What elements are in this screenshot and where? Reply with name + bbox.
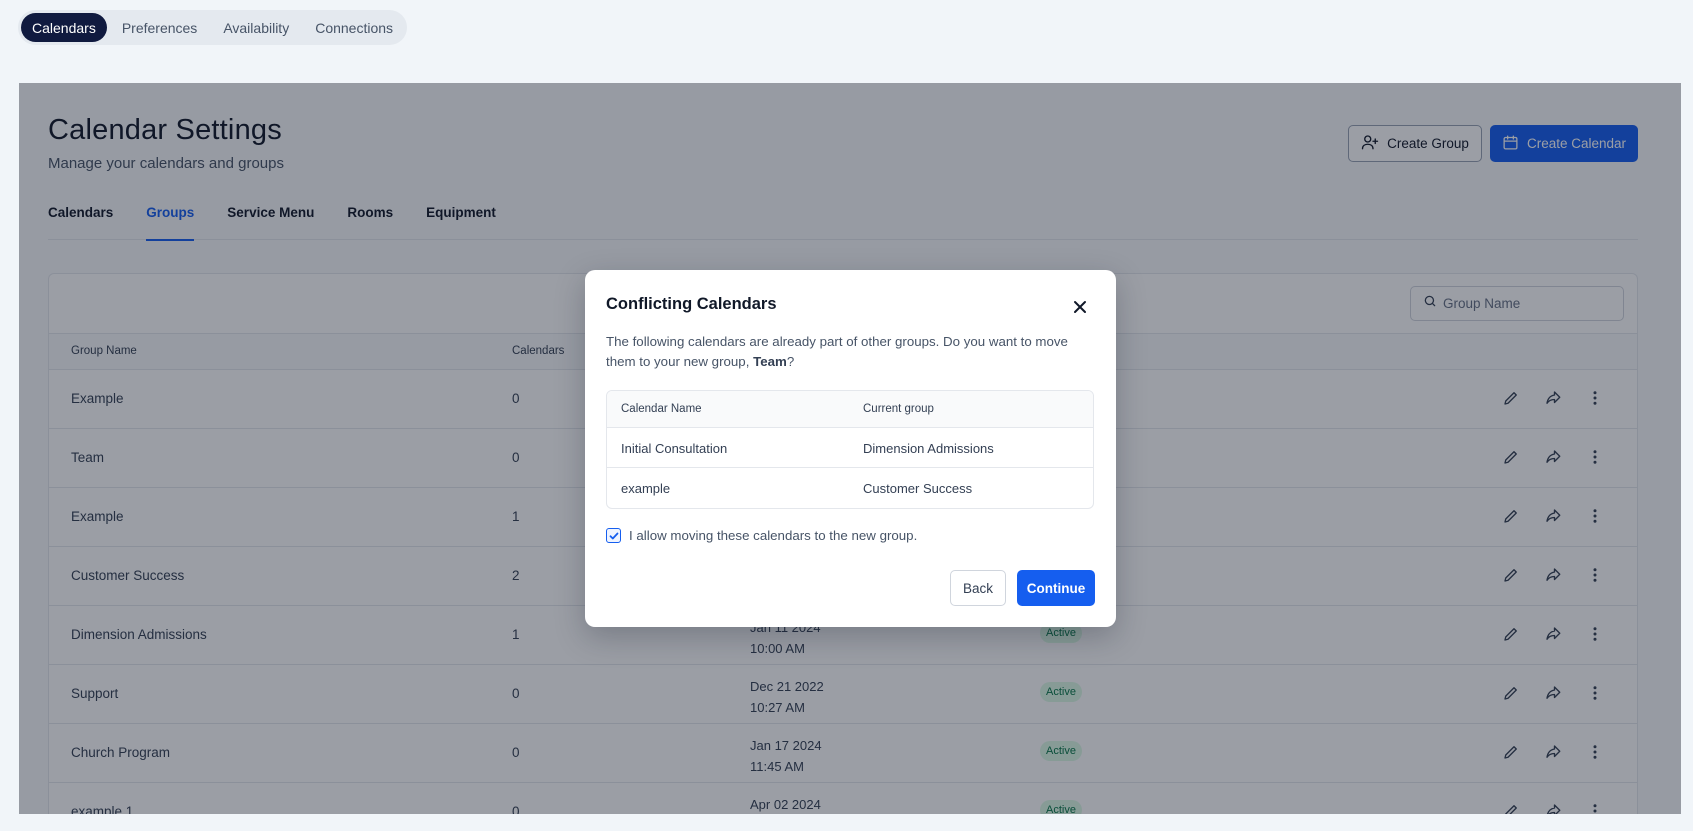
description-end: ? <box>786 354 795 369</box>
modal-title: Conflicting Calendars <box>606 295 777 313</box>
top-tab-calendars[interactable]: Calendars <box>21 13 107 42</box>
column-header-calendar-name: Calendar Name <box>621 403 702 415</box>
current-group-cell: Dimension Admissions <box>863 441 994 456</box>
top-tab-availability[interactable]: Availability <box>212 13 300 42</box>
consent-label[interactable]: I allow moving these calendars to the ne… <box>629 528 917 543</box>
top-tab-preferences[interactable]: Preferences <box>111 13 208 42</box>
top-tab-connections[interactable]: Connections <box>304 13 404 42</box>
conflicts-table: Calendar Name Current group Initial Cons… <box>606 390 1094 509</box>
checkmark-icon <box>609 532 618 539</box>
conflicting-calendars-modal: Conflicting Calendars The following cale… <box>585 270 1116 627</box>
modal-description: The following calendars are already part… <box>606 332 1098 372</box>
top-tab-bar: Calendars Preferences Availability Conne… <box>18 10 408 45</box>
calendar-name-cell: Initial Consultation <box>621 441 728 456</box>
conflict-row: example Customer Success <box>607 468 1093 508</box>
conflicts-table-header: Calendar Name Current group <box>607 391 1093 428</box>
back-button[interactable]: Back <box>950 570 1006 606</box>
close-icon[interactable] <box>1069 296 1091 318</box>
consent-row: I allow moving these calendars to the ne… <box>606 528 917 543</box>
description-text: The following calendars are already part… <box>606 334 1068 369</box>
continue-button[interactable]: Continue <box>1017 570 1095 606</box>
consent-checkbox[interactable] <box>606 528 621 543</box>
calendar-name-cell: example <box>621 481 671 496</box>
new-group-name: Team <box>753 354 787 369</box>
conflict-row: Initial Consultation Dimension Admission… <box>607 428 1093 468</box>
column-header-current-group: Current group <box>863 403 934 415</box>
current-group-cell: Customer Success <box>863 481 973 496</box>
